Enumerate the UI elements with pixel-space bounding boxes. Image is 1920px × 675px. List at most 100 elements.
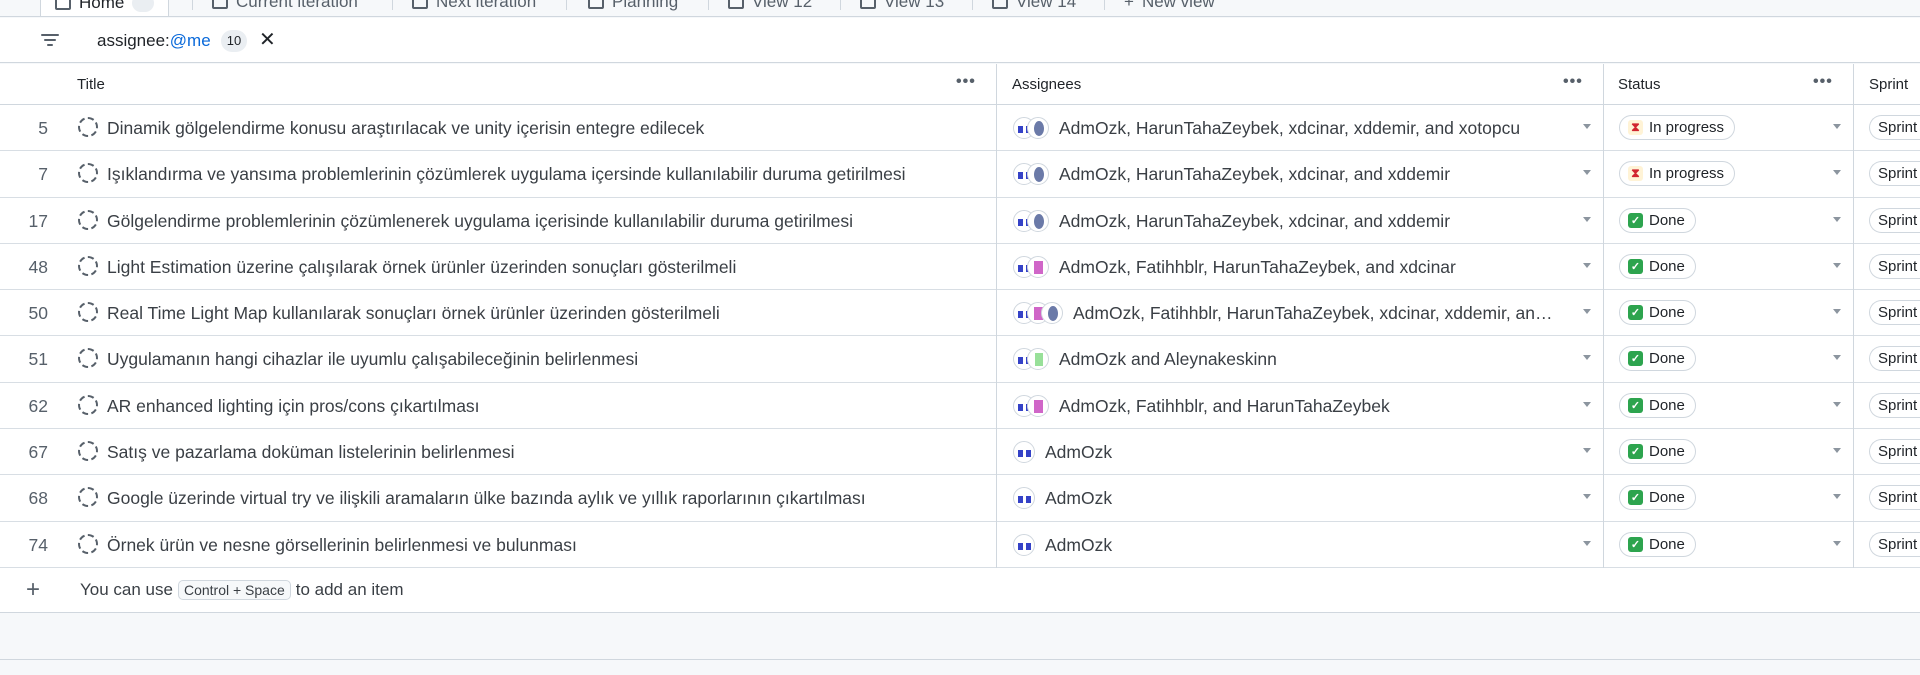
sprint-badge[interactable]: Sprint [1869,207,1920,233]
tab-divider [708,0,709,10]
table-row[interactable]: 51 Uygulamanın hangi cihazlar ile uyumlu… [0,336,1920,383]
filter-query[interactable]: assignee:@me [97,31,211,51]
chevron-down-icon[interactable] [1583,401,1591,407]
chevron-down-icon[interactable] [1833,448,1841,454]
assignees-cell[interactable]: AdmOzk, Fatihhblr, HarunTahaZeybek, xdci… [1073,303,1560,324]
chevron-down-icon[interactable] [1583,170,1591,176]
assignees-cell[interactable]: AdmOzk [1045,442,1560,463]
avatar-stack [1013,487,1035,510]
assignees-cell[interactable]: AdmOzk, HarunTahaZeybek, xdcinar, and xd… [1059,164,1560,185]
table-row[interactable]: 48 Light Estimation üzerine çalışılarak … [0,244,1920,291]
add-item-row[interactable]: + You can use Control + Space to add an … [0,568,1920,613]
issue-title[interactable]: Işıklandırma ve yansıma problemlerinin ç… [107,164,987,185]
assignees-cell[interactable]: AdmOzk, HarunTahaZeybek, xdcinar, xddemi… [1059,118,1560,139]
chevron-down-icon[interactable] [1583,355,1591,361]
tab-label: New view [1141,0,1215,11]
table-row[interactable]: 17 Gölgelendirme problemlerinin çözümlen… [0,198,1920,244]
tab-planning[interactable]: Planning [588,0,678,16]
sprint-badge[interactable]: Sprint [1869,161,1920,187]
chevron-down-icon[interactable] [1833,540,1841,546]
sprint-badge[interactable]: Sprint [1869,346,1920,372]
table-row[interactable]: 67 Satış ve pazarlama doküman listelerin… [0,429,1920,476]
avatar [1013,441,1035,464]
assignees-cell[interactable]: AdmOzk, Fatihhblr, and HarunTahaZeybek [1059,396,1560,417]
table-row[interactable]: 62 AR enhanced lighting için pros/cons ç… [0,383,1920,430]
sprint-badge[interactable]: Sprint [1869,300,1920,326]
assignees-cell[interactable]: AdmOzk, Fatihhblr, HarunTahaZeybek, and … [1059,257,1560,278]
issue-title[interactable]: AR enhanced lighting için pros/cons çıka… [107,396,987,417]
tab-view-12[interactable]: View 12 [728,0,812,16]
tab-next-iteration[interactable]: Next iteration [412,0,536,16]
status-column-menu-icon[interactable]: ••• [1813,73,1833,91]
status-badge[interactable]: ✓ Done [1619,485,1696,511]
table-row[interactable]: 50 Real Time Light Map kullanılarak sonu… [0,290,1920,337]
chevron-down-icon[interactable] [1833,262,1841,268]
chevron-down-icon[interactable] [1833,494,1841,500]
status-badge[interactable]: ✓ Done [1619,346,1696,372]
title-column-menu-icon[interactable]: ••• [956,73,976,91]
status-badge[interactable]: ✓ Done [1619,253,1696,279]
sprint-badge[interactable]: Sprint [1869,439,1920,465]
chevron-down-icon[interactable] [1833,401,1841,407]
table-row[interactable]: 74 Örnek ürün ve nesne görsellerinin bel… [0,522,1920,568]
clear-filter-icon[interactable]: ✕ [259,27,276,52]
assignees-column-menu-icon[interactable]: ••• [1563,73,1583,91]
new-view-button[interactable]: + New view [1124,0,1215,16]
column-header-title[interactable]: Title [77,64,105,105]
filter-result-count: 10 [221,30,247,52]
filter-icon[interactable] [41,34,59,46]
status-badge[interactable]: ✓ Done [1619,392,1696,418]
chevron-down-icon[interactable] [1833,170,1841,176]
chevron-down-icon[interactable] [1833,309,1841,315]
chevron-down-icon[interactable] [1833,355,1841,361]
chevron-down-icon[interactable] [1583,262,1591,268]
table-row[interactable]: 5 Dinamik gölgelendirme konusu araştırıl… [0,105,1920,152]
chevron-down-icon[interactable] [1583,124,1591,129]
status-badge[interactable]: ✓ Done [1619,300,1696,326]
assignees-cell[interactable]: AdmOzk and Aleynakeskinn [1059,349,1560,370]
avatar [1013,533,1035,556]
chevron-down-icon[interactable] [1833,124,1841,129]
status-badge[interactable]: ✓ Done [1619,207,1696,233]
chevron-down-icon[interactable] [1833,216,1841,222]
chevron-down-icon[interactable] [1583,309,1591,315]
assignees-cell[interactable]: AdmOzk [1045,535,1560,556]
issue-title[interactable]: Real Time Light Map kullanılarak sonuçla… [107,303,987,324]
issue-title[interactable]: Uygulamanın hangi cihazlar ile uyumlu ça… [107,349,987,370]
tab-view-14[interactable]: View 14 [992,0,1076,16]
sprint-badge[interactable]: Sprint [1869,392,1920,418]
chevron-down-icon[interactable] [1583,494,1591,500]
issue-title[interactable]: Gölgelendirme problemlerinin çözümlenere… [107,211,987,232]
issue-title[interactable]: Light Estimation üzerine çalışılarak örn… [107,257,987,278]
issue-title[interactable]: Satış ve pazarlama doküman listelerinin … [107,442,987,463]
issue-number: 17 [28,210,48,231]
column-header-status[interactable]: Status [1618,64,1661,105]
plus-icon[interactable]: + [26,576,40,604]
issue-title[interactable]: Google üzerinde virtual try ve ilişkili … [107,488,987,509]
status-badge[interactable]: ✓ Done [1619,531,1696,557]
sprint-badge[interactable]: Sprint [1869,485,1920,511]
tab-view-13[interactable]: View 13 [860,0,944,16]
table-row[interactable]: 68 Google üzerinde virtual try ve ilişki… [0,475,1920,522]
chevron-down-icon[interactable] [1583,448,1591,454]
sprint-badge[interactable]: Sprint [1869,115,1920,140]
status-badge[interactable]: ✓ Done [1619,439,1696,465]
column-header-sprint[interactable]: Sprint [1869,64,1908,105]
status-badge[interactable]: ⧗ In progress [1619,115,1736,140]
tab-home[interactable]: Home [40,0,170,16]
sprint-badge[interactable]: Sprint [1869,531,1920,557]
status-badge[interactable]: ⧗ In progress [1619,161,1736,187]
tab-label: View 13 [884,0,945,11]
tab-current-iteration[interactable]: Current iteration [212,0,358,16]
assignees-cell[interactable]: AdmOzk [1045,488,1560,509]
assignees-cell[interactable]: AdmOzk, HarunTahaZeybek, xdcinar, and xd… [1059,211,1560,232]
chevron-down-icon[interactable] [1583,540,1591,546]
table-body: 5 Dinamik gölgelendirme konusu araştırıl… [0,105,1920,568]
chevron-down-icon[interactable] [1583,216,1591,222]
table-row[interactable]: 7 Işıklandırma ve yansıma problemlerinin… [0,151,1920,198]
sprint-badge[interactable]: Sprint [1869,253,1920,279]
draft-issue-icon [78,348,98,369]
issue-title[interactable]: Örnek ürün ve nesne görsellerinin belirl… [107,535,987,556]
column-header-assignees[interactable]: Assignees [1012,64,1081,105]
issue-title[interactable]: Dinamik gölgelendirme konusu araştırılac… [107,118,987,139]
